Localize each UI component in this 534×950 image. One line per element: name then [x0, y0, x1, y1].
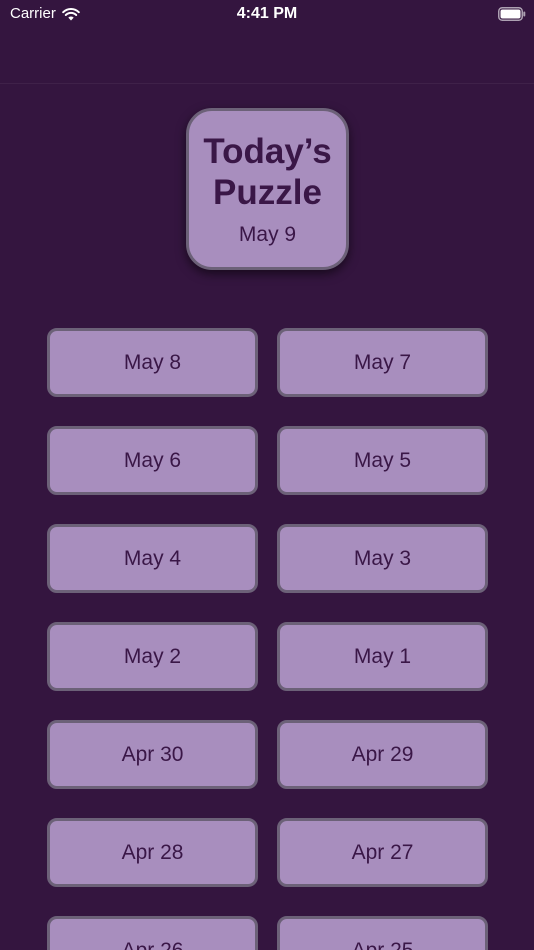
- app-screen: Carrier 4:41 PM Today’s Puzzle May 9 May…: [0, 0, 534, 950]
- puzzle-day-button[interactable]: May 8: [47, 328, 258, 397]
- puzzle-day-button[interactable]: May 5: [277, 426, 488, 495]
- navigation-bar: [0, 30, 534, 84]
- status-bar: Carrier 4:41 PM: [0, 0, 534, 30]
- puzzle-day-button[interactable]: May 1: [277, 622, 488, 691]
- puzzle-day-button[interactable]: Apr 28: [47, 818, 258, 887]
- puzzle-day-button[interactable]: Apr 30: [47, 720, 258, 789]
- puzzle-day-button[interactable]: May 3: [277, 524, 488, 593]
- puzzle-grid: May 8 May 7 May 6 May 5 May 4 May 3 May 2 May 1…: [47, 328, 488, 950]
- puzzle-day-button[interactable]: May 6: [47, 426, 258, 495]
- battery-icon: [498, 7, 526, 21]
- todays-puzzle-title: Today’s Puzzle: [203, 132, 332, 212]
- puzzle-day-button[interactable]: Apr 25: [277, 916, 488, 950]
- puzzle-day-button[interactable]: Apr 29: [277, 720, 488, 789]
- puzzle-day-button[interactable]: May 2: [47, 622, 258, 691]
- todays-puzzle-date: May 9: [238, 223, 297, 246]
- todays-puzzle-button[interactable]: Today’s Puzzle May 9: [186, 108, 349, 270]
- status-time: 4:41 PM: [236, 5, 298, 22]
- puzzle-day-button[interactable]: Apr 27: [277, 818, 488, 887]
- puzzle-day-button[interactable]: May 4: [47, 524, 258, 593]
- puzzle-day-button[interactable]: Apr 26: [47, 916, 258, 950]
- puzzle-day-button[interactable]: May 7: [277, 328, 488, 397]
